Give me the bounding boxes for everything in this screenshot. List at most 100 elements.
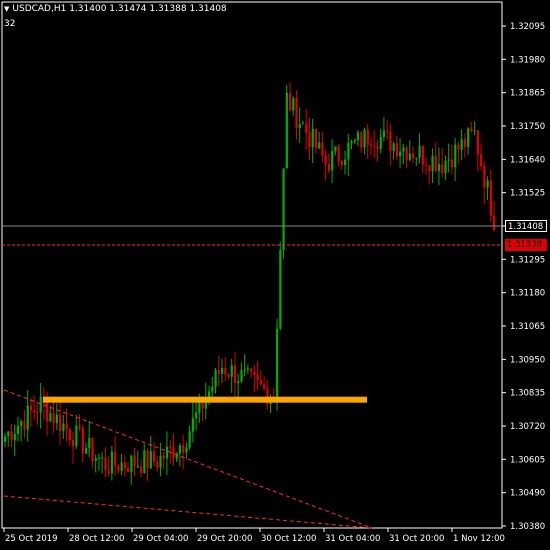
candle-body — [220, 367, 224, 374]
candle-body — [162, 455, 165, 459]
candle-body — [298, 124, 301, 128]
candle-body — [428, 165, 431, 171]
candle-body — [305, 123, 308, 133]
symbol-header: ▼ USDCAD,H1 1.31400 1.31474 1.31388 1.314… — [4, 4, 227, 14]
y-tick-label: 1.30605 — [510, 455, 545, 465]
candle-body — [434, 155, 437, 172]
candle-body — [279, 250, 282, 329]
candle-body — [292, 97, 295, 111]
y-tick-label: 1.31065 — [510, 322, 545, 332]
candle-body — [253, 371, 256, 376]
candle-body — [211, 386, 214, 392]
y-tick-label: 1.31640 — [510, 155, 545, 165]
candle-body — [191, 418, 195, 432]
candle-body — [412, 153, 415, 159]
candle-body — [493, 215, 496, 231]
candle-body — [347, 143, 350, 160]
y-tick-label: 1.32095 — [510, 22, 545, 32]
candle-body — [133, 455, 136, 467]
candle-body — [344, 159, 347, 166]
candle-body — [117, 465, 120, 471]
candle-body — [483, 165, 486, 188]
candle-body — [188, 431, 191, 448]
candle-body — [217, 370, 220, 374]
candle-body — [29, 405, 33, 411]
candle-body — [288, 92, 292, 111]
candle-body — [350, 141, 353, 144]
y-tick-label: 1.31750 — [510, 122, 545, 132]
candle-body — [127, 467, 130, 473]
candle-body — [182, 445, 185, 453]
candle-body — [424, 164, 428, 166]
candle-body — [450, 159, 454, 168]
candle-body — [399, 151, 402, 157]
candle-body — [470, 128, 473, 132]
candle-body — [94, 457, 97, 461]
candle-body — [59, 414, 62, 432]
candle-body — [75, 426, 78, 447]
candle-body — [33, 410, 36, 413]
candle-body — [250, 368, 253, 372]
candle-body — [165, 446, 169, 459]
trendline-upper — [3, 389, 373, 529]
candle-body — [256, 375, 259, 380]
candle-body — [68, 428, 71, 440]
price-chart[interactable]: 1.32095 1.31980 1.31865 1.31750 1.31640 1.315… — [0, 0, 550, 550]
candle-body — [473, 130, 476, 132]
candle-body — [169, 446, 172, 448]
x-tick-label: 1 Nov 12:00 — [453, 534, 505, 544]
candle-body — [62, 423, 65, 432]
candle-body — [331, 151, 334, 171]
x-tick-label: 30 Oct 12:00 — [261, 534, 316, 544]
candle-body — [52, 413, 55, 424]
candle-body — [224, 367, 227, 375]
bid-price-tag: 1.31408 — [505, 220, 547, 232]
candle-body — [49, 413, 52, 422]
candle-body — [240, 370, 243, 382]
candle-body — [441, 164, 444, 174]
candle-body — [152, 451, 156, 462]
candle-body — [243, 369, 246, 371]
candle-body — [311, 128, 314, 148]
candle-body — [353, 140, 356, 142]
candle-body — [324, 155, 327, 164]
candle-body — [463, 139, 467, 147]
candle-body — [91, 437, 94, 461]
candle-body — [23, 421, 26, 430]
candle-body — [308, 132, 311, 148]
y-tick-label: 1.30380 — [510, 522, 545, 532]
x-tick-label: 29 Oct 04:00 — [133, 534, 188, 544]
candle-body — [318, 142, 321, 149]
candle-body — [136, 466, 139, 468]
caret-down-icon[interactable]: ▼ — [4, 5, 9, 13]
y-tick-label: 1.31980 — [510, 55, 545, 65]
candle-body — [246, 368, 250, 370]
candle-body — [408, 153, 412, 160]
candle-body — [78, 426, 81, 429]
candle-body — [114, 451, 117, 466]
x-tick-label: 28 Oct 12:00 — [69, 534, 124, 544]
candle-body — [363, 129, 366, 148]
y-tick-label: 1.31180 — [510, 289, 545, 299]
y-tick-label: 1.30950 — [510, 355, 545, 365]
candle-body — [123, 462, 127, 468]
candle-body — [454, 144, 457, 168]
trendline-lower — [3, 495, 373, 529]
x-tick-label: 29 Oct 20:00 — [197, 534, 252, 544]
chart-canvas[interactable]: 1.32095 1.31980 1.31865 1.31750 1.31640 1.315… — [0, 0, 550, 550]
candle-body — [84, 448, 88, 454]
candle-body — [447, 159, 450, 161]
y-tick-label: 1.30490 — [510, 489, 545, 499]
candle-body — [489, 180, 492, 216]
candle-body — [457, 144, 460, 150]
candle-body — [418, 146, 421, 158]
candle-body — [259, 379, 263, 385]
candle-body — [156, 461, 159, 468]
candle-body — [369, 144, 373, 147]
candle-body — [237, 381, 240, 384]
candle-body — [107, 470, 110, 474]
candle-body — [437, 164, 441, 172]
candle-body — [88, 437, 91, 449]
candle-body — [20, 421, 23, 426]
candle-body — [227, 374, 230, 377]
